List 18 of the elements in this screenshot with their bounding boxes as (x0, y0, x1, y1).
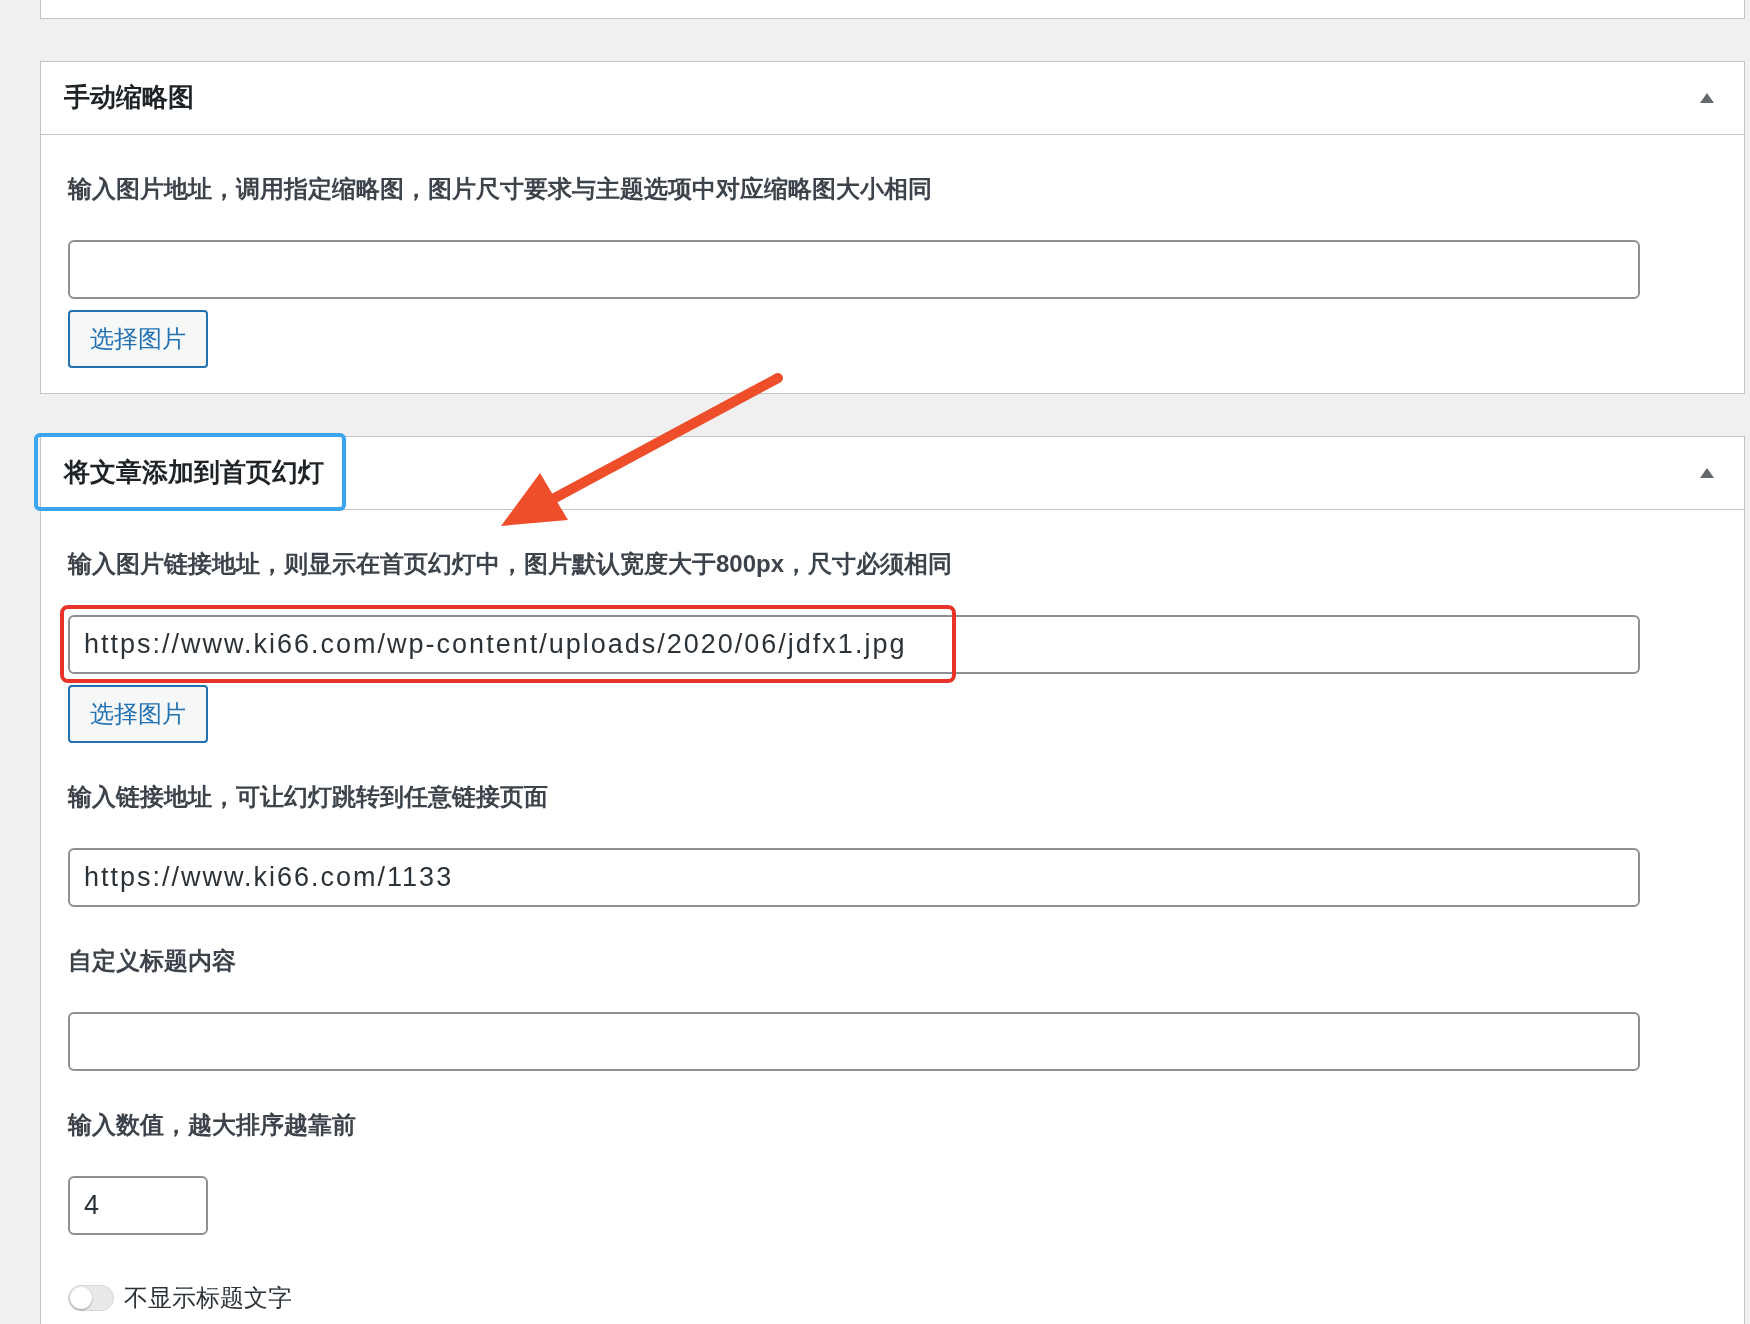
choose-image-button[interactable]: 选择图片 (68, 685, 208, 743)
field-label: 输入图片链接地址，则显示在首页幻灯中，图片默认宽度大于800px，尺寸必须相同 (68, 550, 953, 578)
choose-image-button[interactable]: 选择图片 (68, 310, 208, 368)
field-label: 输入链接地址，可让幻灯跳转到任意链接页面 (68, 783, 548, 811)
input-field[interactable] (68, 240, 1640, 299)
input-field[interactable]: 4 (68, 1176, 208, 1235)
field-label: 输入数值，越大排序越靠前 (68, 1111, 356, 1139)
field-label: 自定义标题内容 (68, 947, 236, 975)
input-field[interactable] (68, 1012, 1640, 1071)
caret-icon (1700, 93, 1714, 103)
panel-title: 手动缩略图 (63, 80, 195, 114)
caret-icon (1700, 468, 1714, 478)
toggle-switch[interactable] (68, 1285, 114, 1311)
input-field[interactable]: https://www.ki66.com/wp-content/uploads/2020/06/jdfx1.jpg (68, 615, 1640, 674)
toggle-label: 不显示标题文字 (124, 1283, 292, 1313)
input-field[interactable]: https://www.ki66.com/1133 (68, 848, 1640, 907)
panel-title: 将文章添加到首页幻灯 (34, 433, 346, 511)
field-label: 输入图片地址，调用指定缩略图，图片尺寸要求与主题选项中对应缩略图大小相同 (68, 175, 932, 203)
